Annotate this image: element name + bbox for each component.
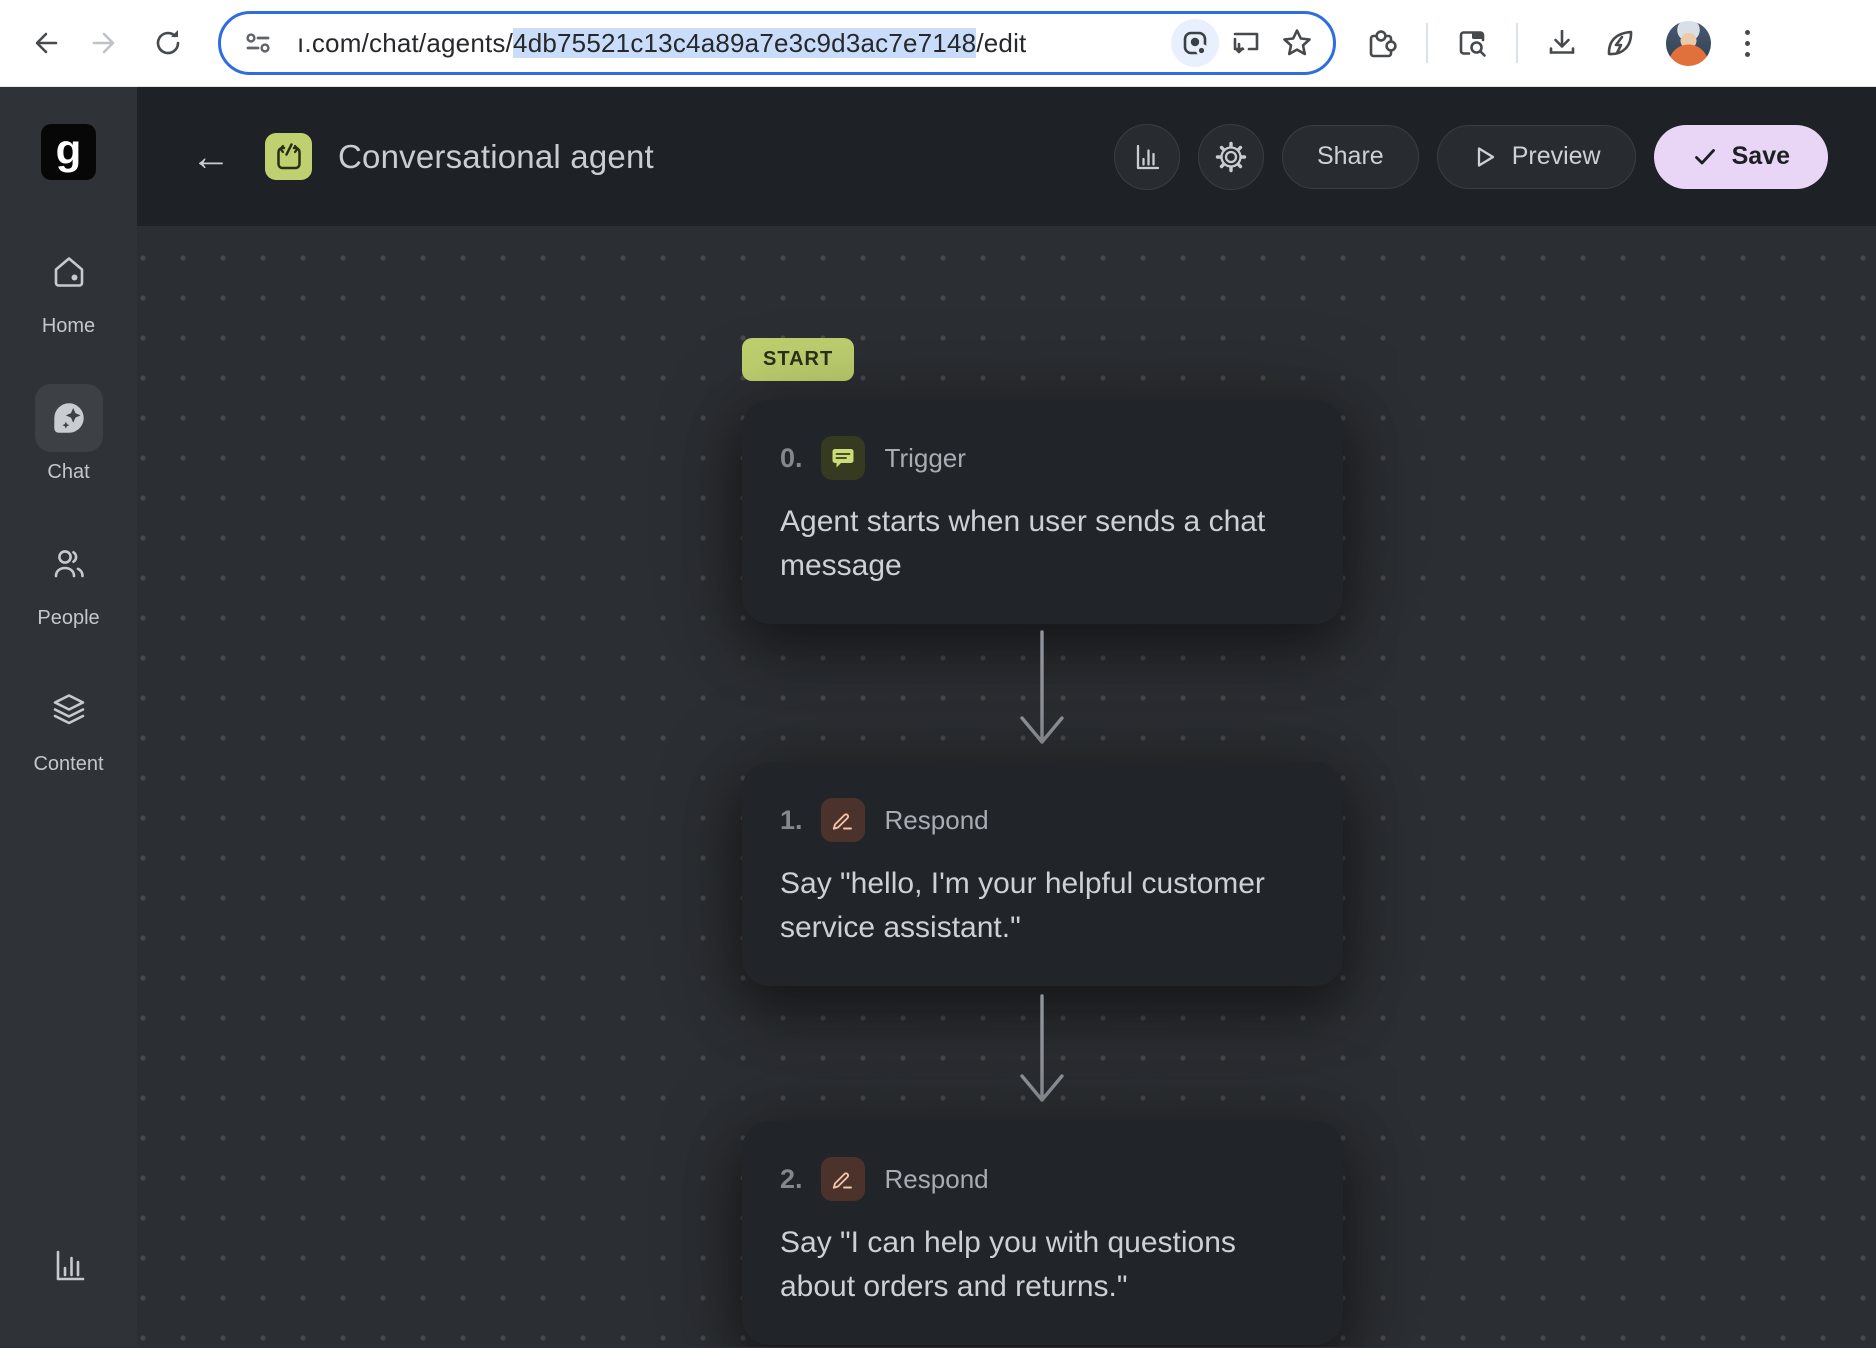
sidebar-item-content[interactable]: Content [33, 676, 103, 776]
node-description: Say "hello, I'm your helpful customer se… [780, 862, 1305, 950]
download-icon [1545, 26, 1579, 60]
toolbar-divider [1426, 23, 1428, 63]
chat-sparkle-icon [48, 397, 90, 439]
sidebar: g Home Chat [0, 87, 137, 1347]
tab-search-icon [1455, 26, 1489, 60]
energy-saver-button[interactable] [1596, 19, 1644, 67]
connector-arrow [1014, 630, 1070, 748]
node-index: 1. [780, 805, 803, 836]
workflow-canvas[interactable]: START 0. Trigger Agent starts when user … [137, 226, 1876, 1347]
pen-icon [821, 1157, 865, 1201]
logo-letter: g [56, 129, 82, 171]
sidebar-item-label: Chat [47, 461, 89, 484]
sidebar-item-home[interactable]: Home [35, 238, 103, 338]
node-index: 0. [780, 443, 803, 474]
browser-toolbar: ı.com/chat/agents/4db75521c13c4a89a7e3c9… [0, 0, 1876, 87]
browser-menu-button[interactable] [1723, 19, 1771, 67]
tab-search-button[interactable] [1448, 19, 1496, 67]
reload-icon [151, 26, 185, 60]
extensions-puzzle-icon [1365, 26, 1399, 60]
profile-avatar[interactable] [1666, 21, 1711, 66]
browser-reload-button[interactable] [144, 19, 192, 67]
pen-icon [821, 798, 865, 842]
node-type-label: Respond [885, 805, 989, 836]
settings-button[interactable] [1198, 124, 1264, 190]
sidebar-item-people[interactable]: People [35, 530, 103, 630]
agent-type-icon [265, 133, 312, 180]
bar-chart-icon [1131, 141, 1163, 173]
start-badge: START [742, 338, 854, 381]
share-button[interactable]: Share [1282, 125, 1419, 189]
tune-icon [243, 28, 273, 58]
workflow-node-respond-2[interactable]: 2. Respond Say "I can help you with ques… [742, 1121, 1343, 1345]
connector-arrow [1014, 994, 1070, 1106]
home-icon [49, 252, 89, 292]
extensions-button[interactable] [1358, 19, 1406, 67]
sidebar-item-chat[interactable]: Chat [35, 384, 103, 484]
back-button[interactable]: ← [185, 137, 237, 177]
analytics-bar-chart-icon [49, 1246, 89, 1286]
app-header: ← Conversational agent [137, 87, 1876, 226]
active-item-highlight [35, 384, 103, 452]
workflow-node-trigger[interactable]: 0. Trigger Agent starts when user sends … [742, 400, 1343, 624]
back-arrow-icon [27, 26, 61, 60]
forward-arrow-icon [89, 26, 123, 60]
app-logo[interactable]: g [41, 124, 96, 180]
gear-icon [1214, 140, 1248, 174]
code-agent-icon [272, 140, 306, 174]
install-app-icon [1230, 27, 1262, 59]
browser-forward-button[interactable] [82, 19, 130, 67]
toolbar-divider [1516, 23, 1518, 63]
page-title: Conversational agent [338, 138, 654, 176]
url-bar[interactable]: ı.com/chat/agents/4db75521c13c4a89a7e3c9… [218, 11, 1336, 75]
workflow-node-respond-1[interactable]: 1. Respond Say "hello, I'm your helpful … [742, 762, 1343, 986]
node-type-label: Trigger [885, 443, 966, 474]
sidebar-item-label: Content [33, 753, 103, 776]
sidebar-analytics-button[interactable] [49, 1246, 89, 1291]
url-selected-id: 4db75521c13c4a89a7e3c9d3ac7e7148 [513, 28, 976, 58]
node-index: 2. [780, 1164, 803, 1195]
node-type-label: Respond [885, 1164, 989, 1195]
url-text[interactable]: ı.com/chat/agents/4db75521c13c4a89a7e3c9… [297, 28, 1026, 59]
analytics-button[interactable] [1114, 124, 1180, 190]
bookmark-star-button[interactable] [1273, 19, 1321, 67]
node-description: Agent starts when user sends a chat mess… [780, 500, 1305, 588]
lens-search-button[interactable] [1171, 19, 1219, 67]
energy-saver-leaf-icon [1602, 25, 1638, 61]
message-icon [821, 436, 865, 480]
sidebar-item-label: Home [42, 315, 95, 338]
node-description: Say "I can help you with questions about… [780, 1221, 1305, 1309]
downloads-button[interactable] [1538, 19, 1586, 67]
sidebar-item-label: People [37, 607, 99, 630]
bookmark-star-icon [1280, 26, 1314, 60]
save-button[interactable]: Save [1654, 125, 1828, 189]
check-icon [1692, 144, 1718, 170]
play-icon [1472, 144, 1498, 170]
lens-icon [1181, 29, 1209, 57]
people-icon [49, 544, 89, 584]
preview-button[interactable]: Preview [1437, 125, 1636, 189]
layers-icon [49, 690, 89, 730]
browser-back-button[interactable] [20, 19, 68, 67]
install-app-button[interactable] [1219, 19, 1273, 67]
kebab-menu-icon [1745, 30, 1750, 57]
